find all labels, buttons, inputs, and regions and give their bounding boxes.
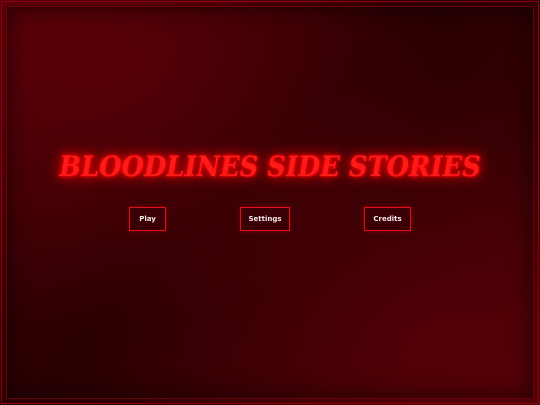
- game-title: BLOODLINES SIDE STORIES: [59, 150, 481, 183]
- settings-button[interactable]: Settings: [240, 207, 290, 231]
- inner-frame: [6, 6, 534, 399]
- outer-frame: [1, 1, 539, 404]
- main-menu-screen: BLOODLINES SIDE STORIES Play Settings Cr…: [0, 0, 540, 405]
- credits-button[interactable]: Credits: [364, 207, 411, 231]
- play-button[interactable]: Play: [129, 207, 166, 231]
